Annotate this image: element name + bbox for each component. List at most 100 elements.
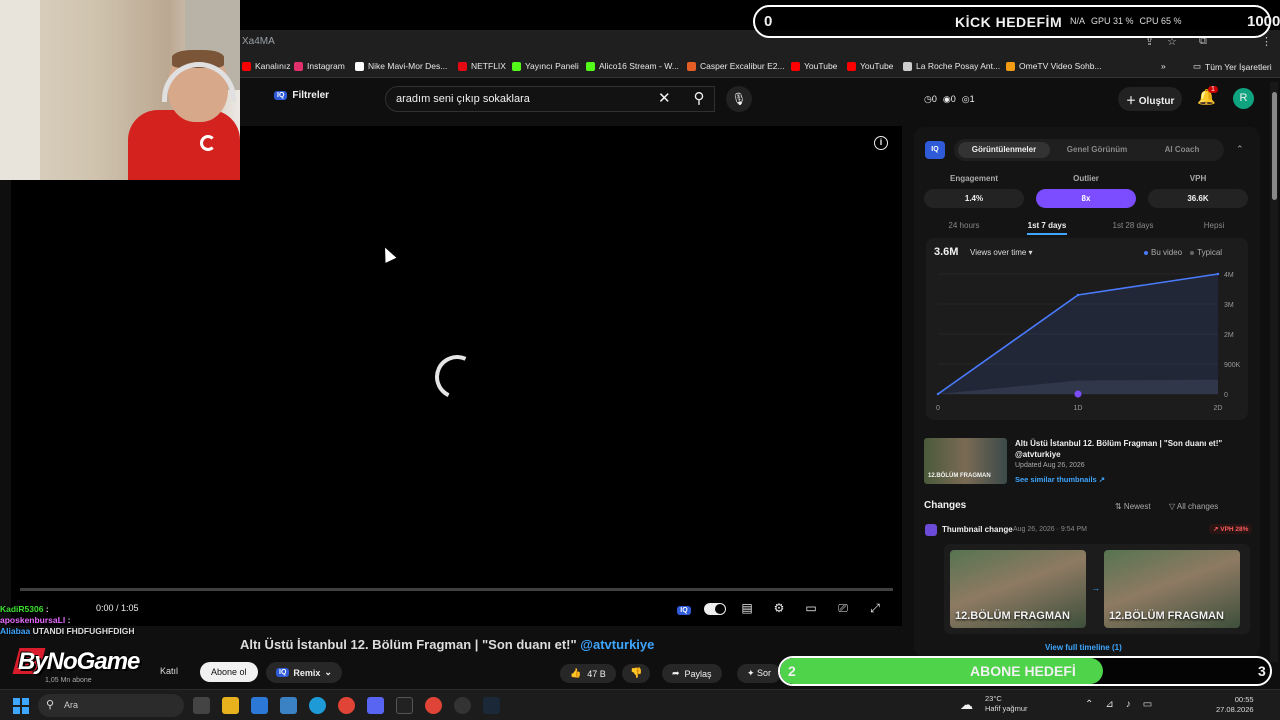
autoplay-toggle[interactable] [704, 603, 726, 615]
battery-icon[interactable]: ▭ [1143, 699, 1152, 710]
settings-gear-icon[interactable]: ⚙ [770, 601, 788, 617]
kick-goal-start: 0 [764, 13, 773, 30]
filter-all-changes-button[interactable]: ▽ All changes [1169, 502, 1218, 511]
thumbnail-text: 12.BÖLÜM FRAGMAN [928, 473, 991, 479]
chat-message: : [67, 615, 71, 625]
mail-icon[interactable] [280, 697, 297, 714]
bookmark-netflix[interactable]: NETFLIX [458, 61, 506, 71]
search-button[interactable]: ⚲ [680, 86, 718, 112]
filters-label: Filtreler [292, 90, 330, 101]
dislike-button[interactable]: 👎 [622, 664, 651, 683]
chevron-up-icon[interactable]: ⌃ [1085, 699, 1093, 710]
bookmark-youtube-2[interactable]: YouTube [847, 61, 893, 71]
bookmark-icon [355, 61, 364, 71]
old-thumbnail[interactable]: 12.BÖLÜM FRAGMAN [950, 550, 1086, 628]
like-button[interactable]: 👍 47 B [560, 664, 616, 683]
taskbar-search[interactable]: Ara [38, 694, 184, 717]
bookmark-icon [847, 61, 856, 71]
scrollbar-thumb[interactable] [1272, 92, 1277, 200]
period-first-28-days[interactable]: 1st 28 days [1103, 221, 1163, 230]
subscriber-goal-bar: 2 ABONE HEDEFİ 3 [778, 656, 1272, 686]
thumbnail-text: 12.BÖLÜM FRAGMAN [955, 610, 1070, 622]
chart-metric-selector[interactable]: Views over time ▾ [970, 248, 1033, 257]
panel-video-title: Altı Üstü İstanbul 12. Bölüm Fragman | "… [1015, 439, 1223, 459]
subtitles-icon[interactable]: ▤ [738, 601, 756, 617]
remix-label: Remix [293, 667, 321, 678]
bookmark-la-roche[interactable]: La Roche Posay Ant... [903, 61, 1000, 71]
thumbs-down-icon: 👎 [630, 668, 643, 679]
url-text[interactable]: Xa4MA [242, 36, 275, 47]
iq-player-icon[interactable]: IQ [675, 601, 693, 617]
bookmark-alico16[interactable]: Alico16 Stream - W... [586, 61, 679, 71]
video-thumbnail[interactable]: 12.BÖLÜM FRAGMAN [924, 438, 1007, 484]
filters-button[interactable]: IQ Filtreler [274, 90, 329, 101]
bookmark-icon [586, 61, 595, 71]
period-all[interactable]: Hepsi [1184, 221, 1244, 230]
file-explorer-icon[interactable] [222, 697, 239, 714]
weather-widget[interactable]: 23°C Hafif yağmur [985, 694, 1028, 714]
all-bookmarks-button[interactable]: ▭ Tüm Yer İşaretleri [1193, 61, 1272, 72]
bookmark-youtube-1[interactable]: YouTube [791, 61, 837, 71]
chart-y-tick: 2M [1224, 332, 1234, 339]
bookmark-instagram[interactable]: Instagram [294, 61, 345, 71]
bookmark-icon [512, 61, 521, 71]
bookmark-casper[interactable]: Casper Excalibur E2... [687, 61, 785, 71]
tab-overview[interactable]: Genel Görünüm [1054, 142, 1140, 158]
tab-ai-coach[interactable]: AI Coach [1144, 142, 1220, 158]
chevron-down-icon: ⌄ [324, 667, 332, 677]
store-icon[interactable] [251, 697, 268, 714]
steam-icon[interactable] [483, 697, 500, 714]
join-button[interactable]: Katıl [160, 666, 178, 676]
iq-badge: IQ [677, 606, 691, 615]
channel-tag[interactable]: @atvturkiye [580, 637, 654, 652]
network-icon[interactable]: ⊿ [1105, 699, 1113, 710]
period-first-7-days[interactable]: 1st 7 days [1017, 221, 1077, 235]
discord-icon[interactable] [367, 697, 384, 714]
info-icon[interactable]: i [874, 136, 888, 150]
bookmark-kanaliniz[interactable]: Kanalınız [242, 61, 290, 71]
clear-search-icon[interactable]: ✕ [658, 89, 671, 107]
subscriber-goal-title: ABONE HEDEFİ [970, 663, 1076, 679]
view-full-timeline-link[interactable]: View full timeline (1) [1045, 643, 1122, 652]
create-label: Oluştur [1138, 96, 1175, 107]
new-thumbnail[interactable]: 12.BÖLÜM FRAGMAN [1104, 550, 1240, 628]
collapse-chevron-icon[interactable]: ⌃ [1236, 144, 1244, 155]
cast-icon[interactable]: ⎚ [834, 601, 852, 617]
bookmark-ometv[interactable]: OmeTV Video Sohb... [1006, 61, 1102, 71]
volume-icon[interactable]: ♪ [1126, 699, 1131, 710]
task-view-icon[interactable] [193, 697, 210, 714]
similar-thumbnails-link[interactable]: See similar thumbnails ↗ [1015, 475, 1105, 484]
share-button[interactable]: ➦ Paylaş [662, 664, 722, 683]
fullscreen-icon[interactable]: ⤢ [866, 601, 884, 617]
bookmark-yayinci-paneli[interactable]: Yayıncı Paneli [512, 61, 579, 71]
obs-icon[interactable] [396, 697, 413, 714]
chat-user: Aliabaa [0, 626, 31, 636]
chrome-icon[interactable] [338, 697, 355, 714]
bookmarks-more-button[interactable]: » [1161, 61, 1166, 71]
bookmark-nike[interactable]: Nike Mavi-Mor Des... [355, 61, 447, 71]
period-24-hours[interactable]: 24 hours [934, 221, 994, 230]
iq-badge: IQ [274, 91, 288, 100]
taskbar-clock[interactable]: 00:55 27.08.2026 [1216, 695, 1254, 715]
weather-text: Hafif yağmur [985, 704, 1028, 713]
avatar[interactable]: R [1233, 88, 1254, 109]
video-progress-bar[interactable] [20, 588, 893, 591]
chrome-active-icon[interactable] [425, 697, 442, 714]
remix-button[interactable]: IQ Remix ⌄ [266, 662, 342, 683]
theater-mode-icon[interactable]: ▭ [802, 601, 820, 617]
tab-views[interactable]: Görüntülenmeler [958, 142, 1050, 158]
sort-newest-button[interactable]: ⇅ Newest [1115, 502, 1151, 511]
arrow-right-icon: → [1091, 583, 1100, 593]
subscribe-button[interactable]: Abone ol [200, 662, 258, 682]
video-title-text: Altı Üstü İstanbul 12. Bölüm Fragman | "… [240, 637, 577, 652]
create-button[interactable]: ＋ Oluştur [1118, 87, 1183, 111]
chart-point [1076, 293, 1080, 297]
edge-icon[interactable] [309, 697, 326, 714]
sparkle-icon: ✦ [747, 668, 758, 678]
menu-icon[interactable]: ⋮ [1261, 35, 1272, 48]
start-button[interactable] [13, 698, 29, 714]
webcam-shirt [128, 110, 240, 180]
voice-search-button[interactable]: 🎙 [726, 86, 752, 112]
ask-button[interactable]: ✦ Sor [737, 664, 782, 683]
app-icon[interactable] [454, 697, 471, 714]
